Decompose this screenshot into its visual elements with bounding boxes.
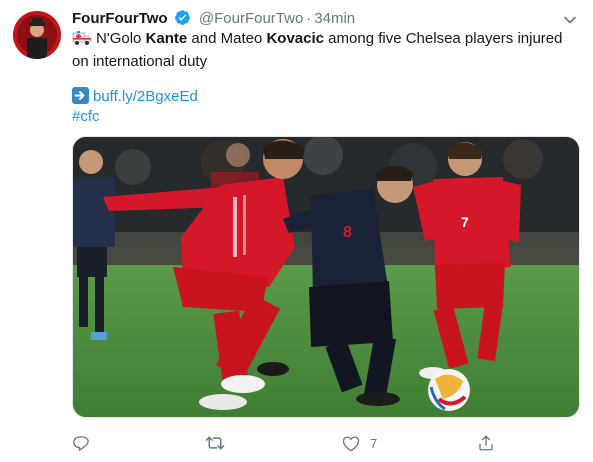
retweet-button[interactable]: [205, 432, 225, 454]
reply-button[interactable]: [72, 432, 90, 454]
tweet-link[interactable]: buff.ly/2BgxeEd: [93, 88, 198, 105]
share-icon: [477, 434, 495, 452]
tweet-text-bold-kovacic: Kovacic: [266, 30, 325, 47]
hashtag-line: #cfc: [72, 107, 100, 127]
avatar[interactable]: [13, 11, 61, 59]
match-ball: [428, 369, 470, 411]
share-button[interactable]: [477, 432, 495, 454]
ambulance-emoji-icon: [72, 30, 92, 52]
tweet-header: FourFourTwo @FourFourTwo · 34min: [72, 9, 355, 29]
right-arrow-emoji-icon: [72, 87, 89, 104]
author-handle[interactable]: @FourFourTwo: [199, 10, 303, 27]
like-button[interactable]: 7: [342, 432, 377, 454]
shirt-number-right: 7: [461, 214, 469, 230]
tweet-text-bold-kante: Kante: [145, 30, 188, 47]
caret-down-icon[interactable]: [562, 12, 578, 28]
retweet-icon: [205, 434, 225, 452]
tweet-text-prefix: N'Golo: [96, 30, 146, 47]
author-name[interactable]: FourFourTwo: [72, 10, 168, 27]
tweet-text: N'Golo Kante and Mateo Kovacic among fiv…: [72, 29, 582, 72]
timestamp[interactable]: 34min: [314, 10, 355, 27]
hashtag-cfc[interactable]: #cfc: [72, 108, 100, 125]
tweet-text-mid: and Mateo: [187, 30, 267, 47]
tweet-photo[interactable]: 8 7: [72, 136, 580, 418]
like-icon: [342, 435, 360, 452]
link-line: buff.ly/2BgxeEd: [72, 87, 198, 107]
tweet-actions: 7: [72, 432, 580, 454]
like-count: 7: [370, 435, 378, 451]
separator-dot: ·: [306, 10, 312, 27]
reply-icon: [72, 434, 90, 452]
shirt-number-croatia: 8: [343, 224, 352, 241]
